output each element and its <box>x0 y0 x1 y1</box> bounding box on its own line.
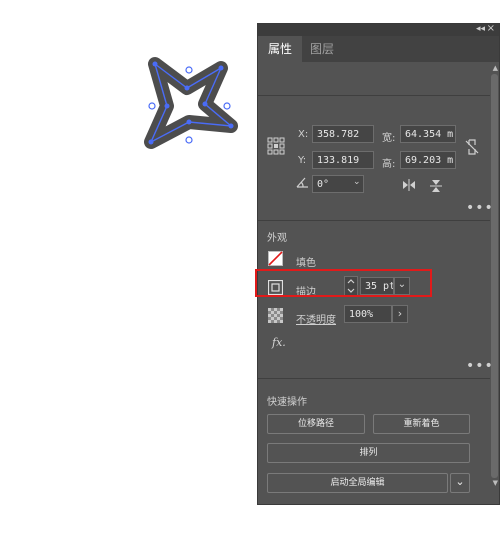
x-label: X: <box>298 129 309 140</box>
flip-horizontal-icon[interactable] <box>402 179 416 194</box>
opacity-label[interactable]: 不透明度 <box>296 311 336 326</box>
width-label: 宽: <box>382 133 396 144</box>
scrollbar-thumb[interactable] <box>491 74 498 478</box>
panel-tabs: 属性 图层 <box>258 36 499 62</box>
quick-actions-title: 快速操作 <box>267 397 307 408</box>
fill-none-icon[interactable] <box>268 251 283 269</box>
divider <box>258 378 490 379</box>
fill-label: 填色 <box>296 258 316 269</box>
divider <box>258 95 490 96</box>
opacity-checker-icon <box>268 308 283 326</box>
flip-vertical-icon[interactable] <box>430 179 442 196</box>
more-options-icon[interactable]: ••• <box>466 359 494 373</box>
x-field[interactable]: 358.782 <box>312 125 374 143</box>
start-global-edit-button[interactable]: 启动全局编辑 <box>267 473 448 493</box>
opacity-field[interactable]: 100% <box>344 305 392 323</box>
y-label: Y: <box>298 155 307 166</box>
tab-properties[interactable]: 属性 <box>258 36 303 62</box>
height-label: 高: <box>382 159 396 170</box>
chevron-down-icon[interactable]: ⌄ <box>450 473 470 493</box>
recolor-button[interactable]: 重新着色 <box>373 414 470 434</box>
star-shape-svg <box>144 57 238 149</box>
chevron-right-icon[interactable]: › <box>392 305 408 323</box>
chevron-down-icon[interactable]: ⌄ <box>353 177 361 187</box>
divider <box>258 220 490 221</box>
tab-layers[interactable]: 图层 <box>300 36 344 62</box>
offset-path-button[interactable]: 位移路径 <box>267 414 365 434</box>
selected-star-shape[interactable] <box>135 52 245 162</box>
rotate-angle-icon <box>296 176 310 191</box>
scroll-up-icon[interactable]: ▲ <box>493 64 498 72</box>
height-field[interactable]: 69.203 m <box>400 151 456 169</box>
stroke-highlight-box <box>255 269 432 297</box>
double-chevron-left-icon[interactable]: ◂◂ <box>476 24 485 34</box>
appearance-title: 外观 <box>267 233 287 244</box>
more-options-icon[interactable]: ••• <box>466 201 494 215</box>
arrange-button[interactable]: 排列 <box>267 443 470 463</box>
scroll-down-icon[interactable]: ▼ <box>493 479 498 487</box>
properties-panel: ◂◂ × 属性 图层 ▲ ▼ X: 358.782 宽: 64.354 m Y:… <box>257 23 500 505</box>
close-icon[interactable]: × <box>487 23 495 34</box>
panel-title-bar: ◂◂ × <box>258 23 499 36</box>
constrain-proportions-icon[interactable] <box>465 138 479 159</box>
fx-effects-icon[interactable]: fx. <box>272 336 286 349</box>
reference-point-grid-icon[interactable] <box>267 137 285 158</box>
y-field[interactable]: 133.819 <box>312 151 374 169</box>
width-field[interactable]: 64.354 m <box>400 125 456 143</box>
